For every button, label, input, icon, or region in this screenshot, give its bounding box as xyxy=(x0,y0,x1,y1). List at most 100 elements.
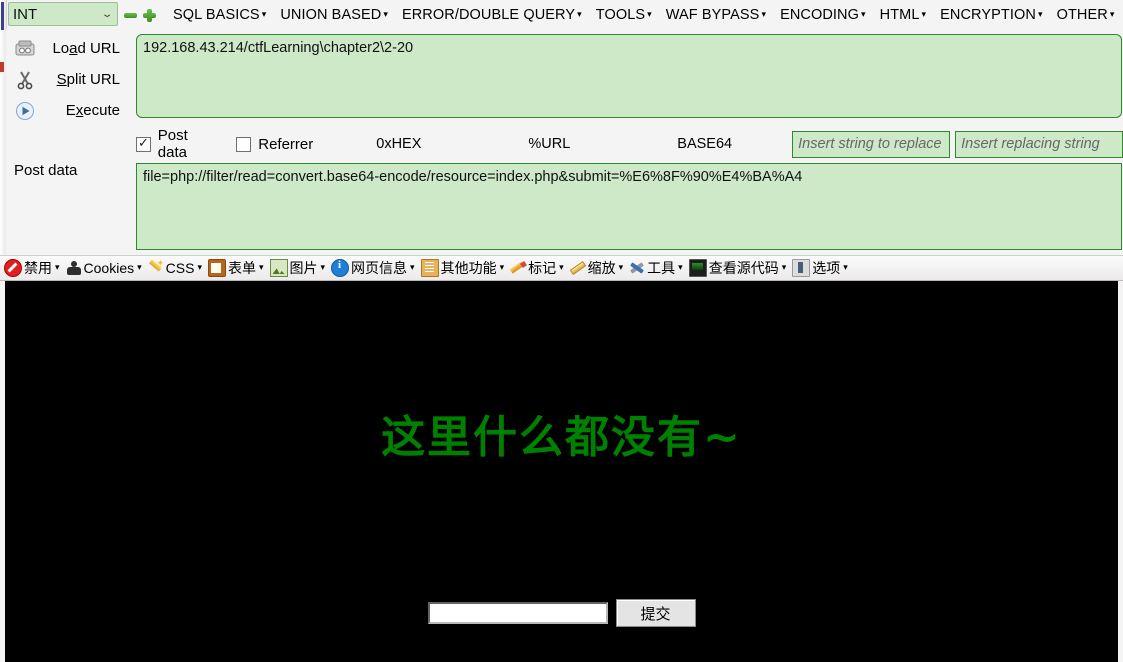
checkbox-box[interactable] xyxy=(236,136,252,152)
base64-decode-button[interactable] xyxy=(630,136,668,153)
menu-encryption[interactable]: ENCRYPTION ▾ xyxy=(933,3,1049,27)
devbar-item-view-source-label: 查看源代码 xyxy=(708,260,779,276)
devbar-item-options-label: 选项 xyxy=(812,260,841,276)
menu-html[interactable]: HTML ▾ xyxy=(873,3,934,27)
tools-icon xyxy=(629,260,645,276)
referrer-checkbox[interactable]: Referrer xyxy=(236,136,313,153)
sqli-type-select[interactable]: INT ⌄ xyxy=(8,2,118,26)
menu-error-double-query-label: ERROR/DOUBLE QUERY xyxy=(401,7,576,23)
scissors-icon xyxy=(14,69,36,91)
cookie-icon xyxy=(66,260,82,276)
hex-decode-button[interactable] xyxy=(329,136,367,153)
url-encode-button[interactable] xyxy=(579,136,617,153)
url-textarea[interactable]: 192.168.43.214/ctfLearning\chapter2\2-20 xyxy=(136,34,1122,118)
image-icon xyxy=(269,259,288,277)
minus-icon xyxy=(124,13,137,18)
css-wand-icon xyxy=(148,258,165,276)
replacing-string-input[interactable]: Insert replacing string xyxy=(955,130,1123,158)
page-text-input[interactable] xyxy=(427,602,608,624)
devbar-item-misc[interactable]: 其他功能 ▾ xyxy=(420,258,504,278)
chevron-down-icon: ▾ xyxy=(258,261,264,272)
chevron-down-icon: ▾ xyxy=(647,9,652,19)
devbar-item-outline-label: 标记 xyxy=(528,260,557,276)
page-viewport: 这里什么都没有~ 提交 xyxy=(5,281,1118,662)
devbar-item-forms[interactable]: 表单 ▾ xyxy=(207,258,264,278)
menu-waf-bypass-label: WAF BYPASS xyxy=(665,7,760,23)
plus-icon-v xyxy=(147,9,152,22)
menu-encryption-label: ENCRYPTION xyxy=(940,7,1036,23)
menu-encoding[interactable]: ENCODING ▾ xyxy=(773,3,873,27)
devbar-item-outline[interactable]: 标记 ▾ xyxy=(510,258,564,278)
pencil-icon xyxy=(510,260,526,276)
devbar-item-images-label: 图片 xyxy=(289,260,318,276)
play-icon xyxy=(14,100,36,122)
load-url-button[interactable]: Load URL xyxy=(6,33,130,64)
replace-string-input[interactable]: Insert string to replace xyxy=(792,130,951,158)
devbar-item-options[interactable]: 选项 ▾ xyxy=(792,258,848,278)
devbar-item-images[interactable]: 图片 ▾ xyxy=(269,258,326,278)
menu-tools-label: TOOLS xyxy=(595,7,646,23)
chevron-down-icon: ▾ xyxy=(843,261,848,272)
devbar-item-disable-label: 禁用 xyxy=(24,260,52,276)
codec-base64-label: BASE64 xyxy=(677,136,733,152)
chevron-down-icon: ▾ xyxy=(197,261,202,272)
menu-error-double-query[interactable]: ERROR/DOUBLE QUERY ▾ xyxy=(395,3,589,27)
hackbar-menu-row: INT ⌄ SQL BASICS ▾ UNION BASED ▾ ERROR/DOU… xyxy=(0,0,1123,30)
menu-sql-basics[interactable]: SQL BASICS ▾ xyxy=(166,3,273,27)
codec-url: %URL xyxy=(481,136,617,153)
base64-encode-button[interactable] xyxy=(741,136,779,153)
check-icon: ✓ xyxy=(137,135,149,150)
codec-hex-label: 0xHEX xyxy=(376,136,422,152)
menu-other[interactable]: OTHER ▾ xyxy=(1050,3,1122,27)
post-data-checkbox-label: Post data xyxy=(157,127,188,161)
devbar-item-css[interactable]: CSS ▾ xyxy=(148,258,202,276)
ruler-icon xyxy=(570,260,586,276)
hackbar-panel: INT ⌄ SQL BASICS ▾ UNION BASED ▾ ERROR/DOU… xyxy=(0,0,1123,256)
load-url-icon xyxy=(14,38,36,60)
codec-base64: BASE64 xyxy=(630,136,779,153)
disable-icon xyxy=(4,259,22,277)
chevron-down-icon: ▾ xyxy=(137,261,142,272)
execute-label: Execute xyxy=(65,102,120,119)
devbar-item-resize[interactable]: 缩放 ▾ xyxy=(570,258,624,278)
chevron-down-icon: ▾ xyxy=(618,261,624,272)
options-icon xyxy=(792,259,811,277)
devbar-item-page-info[interactable]: 网页信息 ▾ xyxy=(331,258,415,278)
devbar-item-forms-label: 表单 xyxy=(227,260,256,276)
post-data-textarea[interactable]: file=php://filter/read=convert.base64-en… xyxy=(136,163,1122,250)
devbar-item-cookies[interactable]: Cookies ▾ xyxy=(66,260,142,276)
page-message: 这里什么都没有~ xyxy=(381,412,742,463)
codec-hex: 0xHEX xyxy=(329,136,468,153)
chevron-down-icon: ▾ xyxy=(678,261,683,272)
info-icon xyxy=(331,259,350,277)
post-data-checkbox[interactable]: ✓ Post data xyxy=(136,127,220,161)
chevron-down-icon: ⌄ xyxy=(100,8,114,20)
chevron-down-icon: ▾ xyxy=(761,9,767,19)
url-decode-button[interactable] xyxy=(481,136,519,153)
add-tab-button[interactable] xyxy=(143,9,156,22)
devbar-item-misc-label: 其他功能 xyxy=(440,260,497,276)
form-clipboard-icon xyxy=(207,259,226,277)
devbar-item-tools[interactable]: 工具 ▾ xyxy=(629,258,683,278)
chevron-down-icon: ▾ xyxy=(1109,9,1115,19)
checkbox-box[interactable]: ✓ xyxy=(136,135,151,152)
codec-url-label: %URL xyxy=(528,136,571,152)
split-url-button[interactable]: Split URL xyxy=(6,64,130,95)
execute-button[interactable]: Execute xyxy=(6,95,130,126)
remove-tab-button[interactable] xyxy=(124,9,137,22)
page-form: 提交 xyxy=(5,599,1118,627)
post-data-section-label: Post data xyxy=(14,162,78,179)
hex-encode-button[interactable] xyxy=(430,136,468,153)
menu-tools[interactable]: TOOLS ▾ xyxy=(589,3,659,27)
split-url-label: Split URL xyxy=(56,71,120,88)
chevron-down-icon: ▾ xyxy=(861,9,866,19)
menu-union-based[interactable]: UNION BASED ▾ xyxy=(273,3,395,27)
submit-button[interactable]: 提交 xyxy=(615,599,696,627)
menu-waf-bypass[interactable]: WAF BYPASS ▾ xyxy=(659,3,773,27)
devbar-item-disable[interactable]: 禁用 ▾ xyxy=(4,258,60,278)
devbar-item-view-source[interactable]: 查看源代码 ▾ xyxy=(688,258,786,278)
chevron-down-icon: ▾ xyxy=(383,9,388,19)
strip-accent-red xyxy=(0,62,4,72)
chevron-down-icon: ▾ xyxy=(921,9,927,19)
chevron-down-icon: ▾ xyxy=(320,261,326,272)
